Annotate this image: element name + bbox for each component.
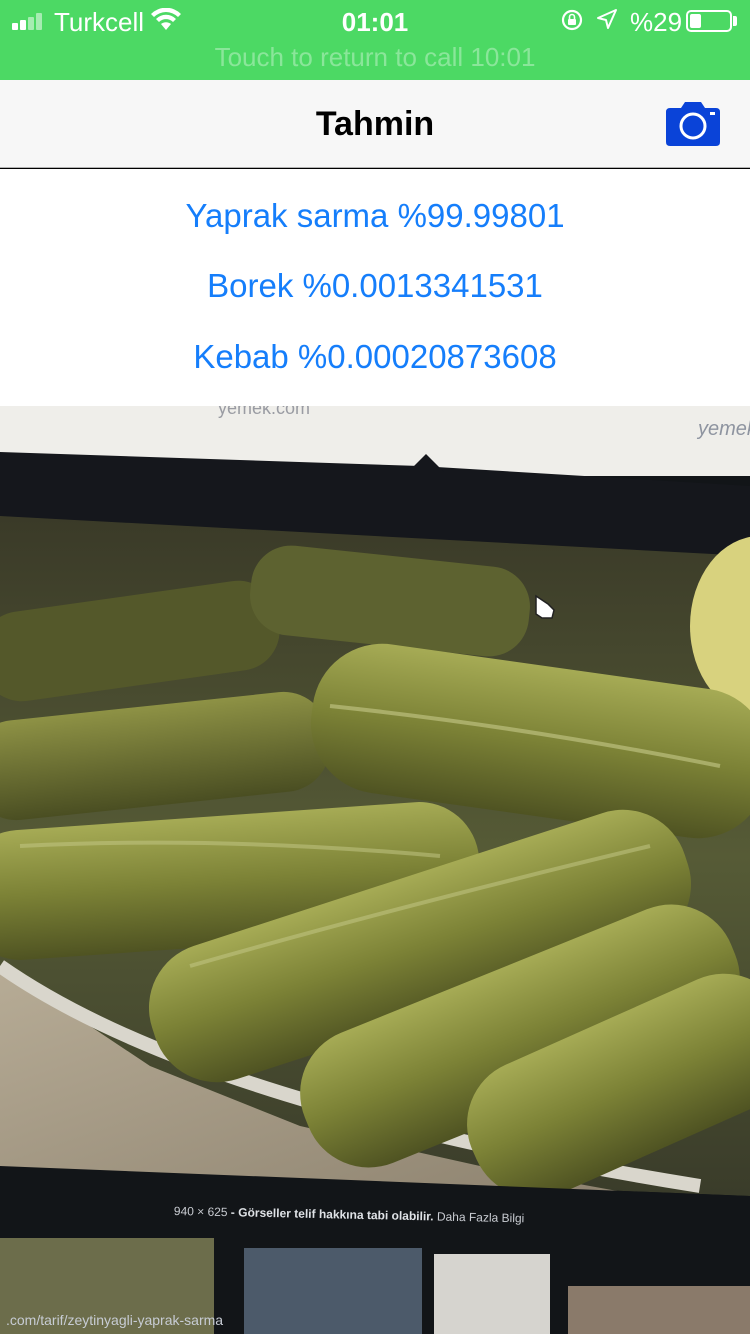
prediction-item: Kebab %0.00020873608 xyxy=(193,338,557,375)
battery-nub xyxy=(733,16,737,26)
status-row: Turkcell 01:01 %29 xyxy=(0,0,750,42)
prediction-item: Borek %0.0013341531 xyxy=(207,267,543,304)
navigation-bar: Tahmin xyxy=(0,80,750,168)
return-to-call-banner[interactable]: Touch to return to call 10:01 xyxy=(0,42,750,73)
prediction-list: Yaprak sarma %99.99801 Borek %0.00133415… xyxy=(0,169,750,406)
prediction-item: Yaprak sarma %99.99801 xyxy=(185,197,565,234)
caption-dimensions: 940 × 625 xyxy=(173,1204,228,1220)
battery-percent: %29 xyxy=(630,7,683,37)
status-bar: Turkcell 01:01 %29 Touch to return to ca… xyxy=(0,0,750,80)
screen-watermark-left: yemek.com xyxy=(218,406,311,418)
camera-icon[interactable] xyxy=(664,98,722,148)
screen-url-text: .com/tarif/zeytinyagli-yaprak-sarma xyxy=(6,1312,224,1328)
caption-link: Daha Fazla Bilgi xyxy=(436,1209,525,1226)
captured-photo: yemek.com yemek 940 × 625 - Görseller te… xyxy=(0,406,750,1334)
battery-level xyxy=(690,14,701,28)
orientation-lock-icon xyxy=(561,9,583,31)
location-icon xyxy=(597,9,617,29)
battery-icon xyxy=(686,10,732,32)
dolma-photo xyxy=(0,406,750,1334)
screen-watermark-right: yemek xyxy=(698,418,750,440)
page-title: Tahmin xyxy=(315,105,435,143)
